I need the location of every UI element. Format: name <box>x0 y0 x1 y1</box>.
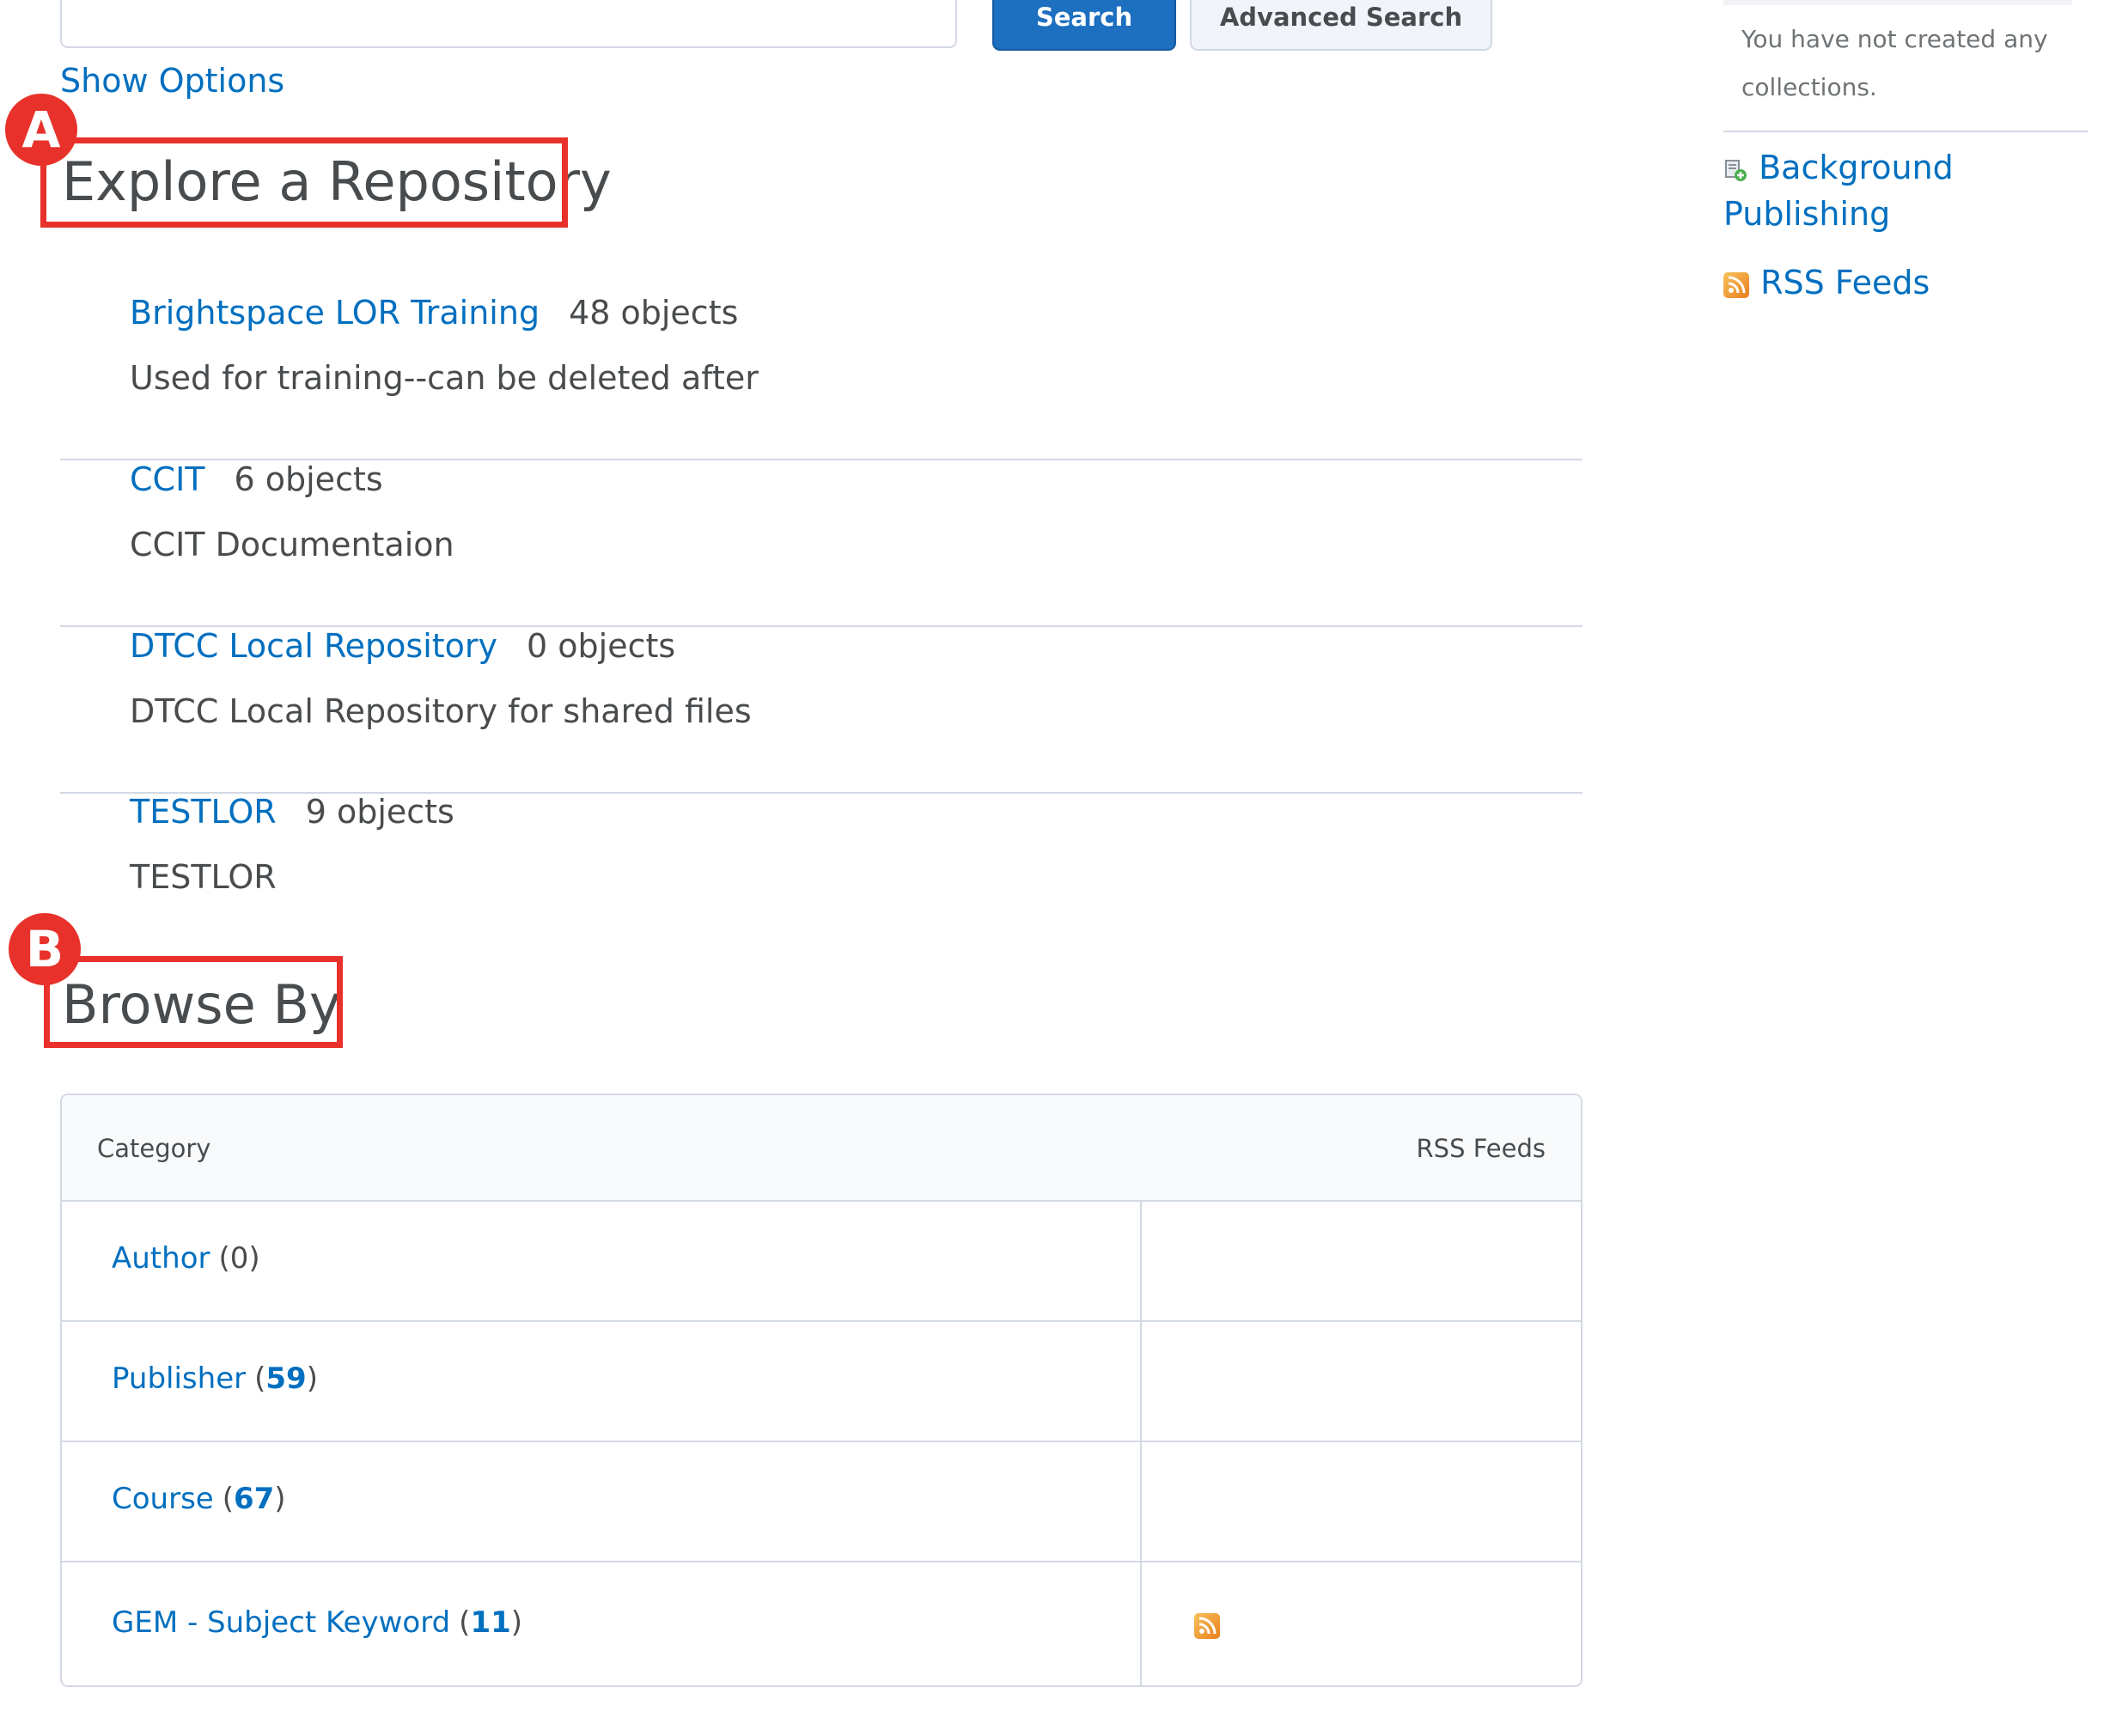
close-paren: ) <box>248 1241 260 1276</box>
repository-object-count: 48 objects <box>569 294 739 332</box>
repository-link[interactable]: CCIT <box>130 460 205 498</box>
repository-item: DTCC Local Repository 0 objects DTCC Local… <box>60 627 1582 794</box>
category-count-link[interactable]: 11 <box>470 1605 510 1640</box>
category-link[interactable]: Publisher <box>112 1361 246 1396</box>
category-count-wrapper: (67) <box>223 1482 286 1516</box>
repository-description: CCIT Documentaion <box>130 526 454 563</box>
repository-title: DTCC Local Repository 0 objects <box>130 627 675 665</box>
sidebar-divider <box>1723 131 2088 132</box>
callout-b-box <box>44 956 343 1048</box>
category-column-header: Category <box>97 1134 211 1163</box>
repository-item: TESTLOR 9 objects TESTLOR <box>60 793 1582 959</box>
table-row: GEM - Subject Keyword (11) <box>62 1562 1581 1685</box>
repository-title: Brightspace LOR Training 48 objects <box>130 294 738 332</box>
repository-object-count: 6 objects <box>234 460 383 498</box>
repository-title: TESTLOR 9 objects <box>130 793 454 831</box>
category-cell: GEM - Subject Keyword (11) <box>112 1605 522 1640</box>
browse-by-table: Category RSS Feeds Author (0) Publisher (59… <box>60 1093 1582 1687</box>
table-header-row: Category RSS Feeds <box>62 1095 1581 1202</box>
repository-link[interactable]: DTCC Local Repository <box>130 627 497 665</box>
callout-a-badge: A <box>5 94 77 166</box>
category-link[interactable]: GEM - Subject Keyword <box>112 1605 450 1640</box>
repository-item: CCIT 6 objects CCIT Documentaion <box>60 460 1582 627</box>
table-row: Author (0) <box>62 1202 1581 1322</box>
category-count-link[interactable]: 59 <box>265 1361 306 1396</box>
open-paren: ( <box>218 1241 230 1276</box>
search-button[interactable]: Search <box>992 0 1176 51</box>
rss-feeds-link[interactable]: RSS Feeds <box>1760 264 1930 302</box>
collections-empty-note: You have not created any collections. <box>1741 25 2048 101</box>
search-input[interactable] <box>60 0 957 48</box>
repository-description: Used for training--can be deleted after <box>130 359 759 397</box>
repository-description: TESTLOR <box>130 858 277 896</box>
category-cell: Author (0) <box>112 1241 260 1276</box>
category-link[interactable]: Course <box>112 1482 214 1516</box>
background-publishing-link[interactable]: Background Publishing <box>1723 149 1954 233</box>
table-row: Course (67) <box>62 1442 1581 1562</box>
category-count-link[interactable]: 67 <box>234 1482 274 1516</box>
rss-feeds-item[interactable]: RSS Feeds <box>1723 259 2007 306</box>
advanced-search-button[interactable]: Advanced Search <box>1190 0 1492 51</box>
repository-object-count: 9 objects <box>305 793 454 831</box>
callout-a-box <box>40 137 568 228</box>
category-count-wrapper: (59) <box>254 1361 318 1396</box>
category-count-wrapper: (11) <box>459 1605 522 1640</box>
category-cell: Course (67) <box>112 1482 286 1516</box>
callout-b-badge: B <box>9 913 81 985</box>
background-publishing-item[interactable]: Background Publishing <box>1723 144 2007 237</box>
category-link[interactable]: Author <box>112 1241 210 1276</box>
repository-description: DTCC Local Repository for shared files <box>130 692 752 730</box>
close-paren: ) <box>510 1605 523 1640</box>
repository-item: Brightspace LOR Training 48 objects Used f… <box>60 294 1582 460</box>
background-publishing-icon <box>1723 158 1747 182</box>
close-paren: ) <box>306 1361 318 1396</box>
show-options-link[interactable]: Show Options <box>60 62 284 100</box>
rss-icon[interactable] <box>1194 1613 1220 1639</box>
open-paren: ( <box>222 1482 234 1516</box>
repository-link[interactable]: TESTLOR <box>130 793 277 831</box>
category-count-wrapper: (0) <box>218 1241 259 1276</box>
rss-icon <box>1723 272 1749 298</box>
open-paren: ( <box>254 1361 266 1396</box>
repository-object-count: 0 objects <box>527 627 676 665</box>
rss-feeds-column-header: RSS Feeds <box>1416 1134 1546 1163</box>
repository-link[interactable]: Brightspace LOR Training <box>130 294 540 332</box>
repository-title: CCIT 6 objects <box>130 460 383 498</box>
category-cell: Publisher (59) <box>112 1361 318 1396</box>
close-paren: ) <box>274 1482 286 1516</box>
sidebar-top-border <box>1723 0 2072 5</box>
category-count: 0 <box>229 1241 249 1276</box>
open-paren: ( <box>459 1605 471 1640</box>
table-row: Publisher (59) <box>62 1322 1581 1442</box>
